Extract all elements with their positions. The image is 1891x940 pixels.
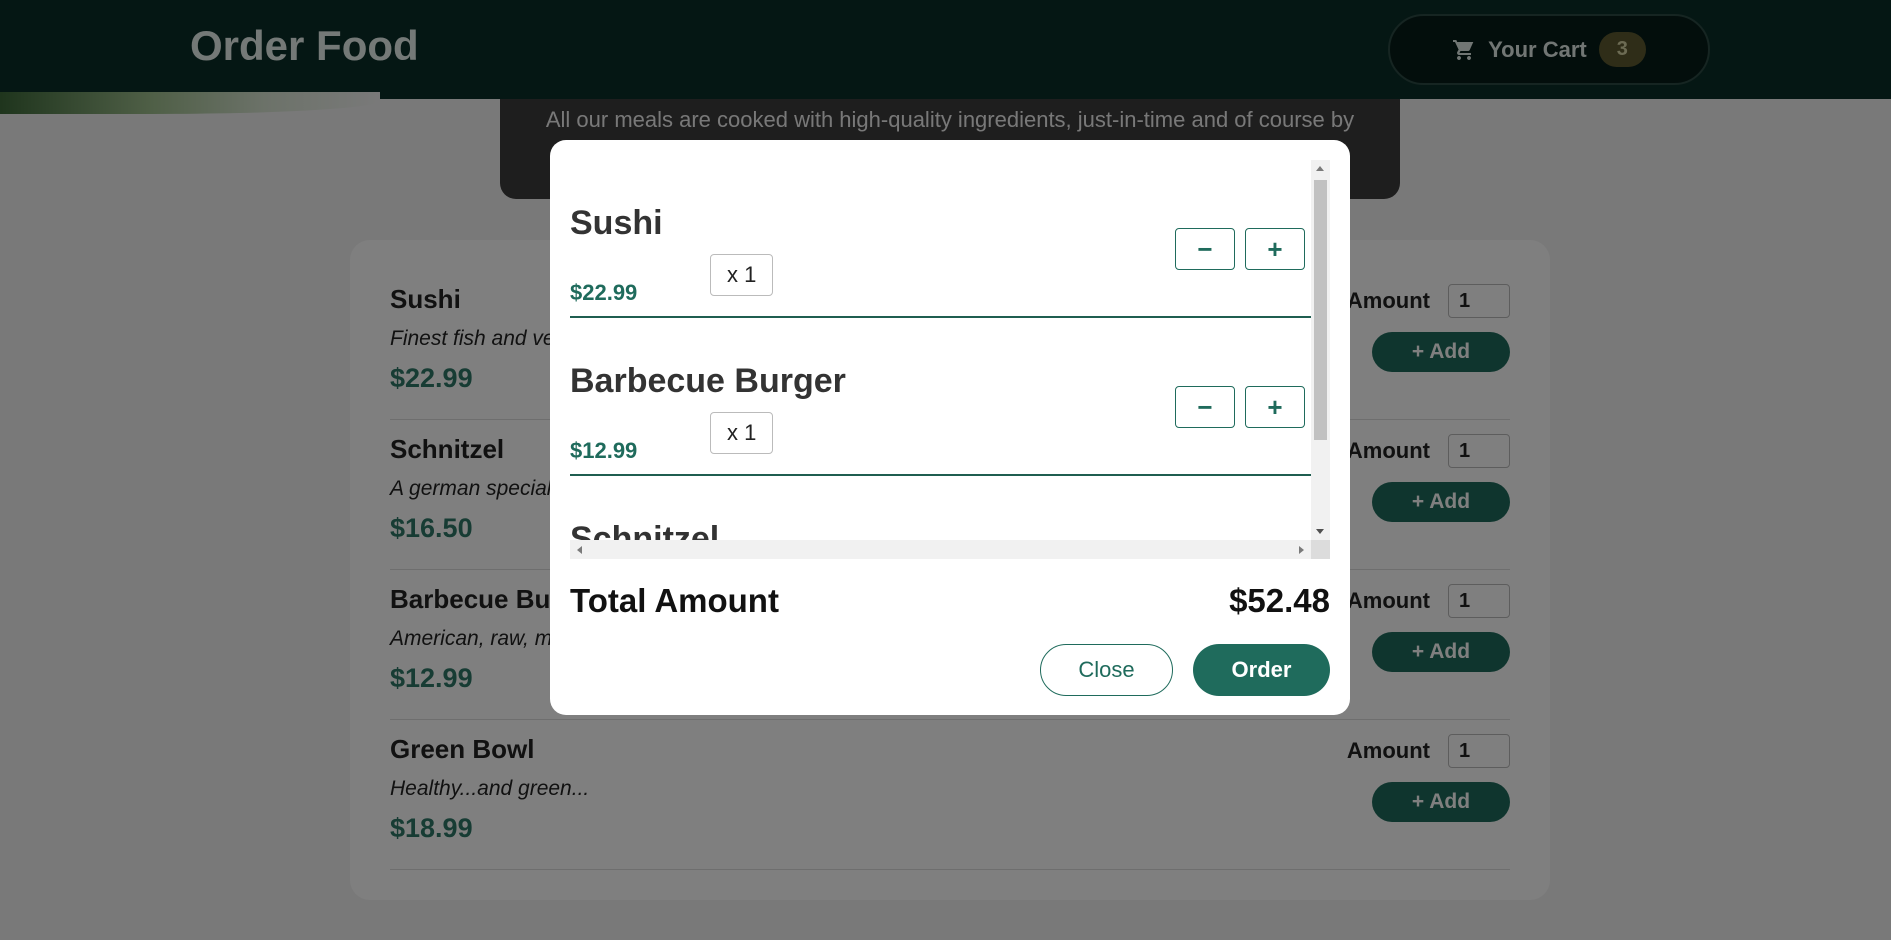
cart-item-name: Sushi — [570, 204, 663, 242]
scroll-up-icon[interactable] — [1316, 166, 1324, 171]
increment-button[interactable]: + — [1245, 228, 1305, 270]
cart-item-actions: − + — [1175, 228, 1305, 270]
total-amount-value: $52.48 — [1229, 582, 1330, 619]
cart-modal: Sushi $22.99 x 1 − + Barbecue Burger $12… — [550, 140, 1350, 715]
cart-item-quantity: x 1 — [710, 254, 774, 296]
scroll-down-icon[interactable] — [1316, 529, 1324, 534]
cart-item-price: $22.99 — [570, 280, 638, 305]
total-amount-label: Total Amount — [570, 582, 779, 619]
decrement-button[interactable]: − — [1175, 228, 1235, 270]
cart-item: Schnitzel − + — [570, 476, 1311, 540]
increment-button[interactable]: + — [1245, 386, 1305, 428]
horizontal-scrollbar[interactable] — [570, 540, 1311, 559]
cart-item-quantity: x 1 — [710, 412, 774, 454]
scrollbar-corner — [1311, 540, 1330, 559]
cart-items-scroll-area: Sushi $22.99 x 1 − + Barbecue Burger $12… — [570, 160, 1330, 560]
scrollbar-thumb[interactable] — [1314, 180, 1327, 440]
cart-item-actions: − + — [1175, 386, 1305, 428]
cart-item-price: $12.99 — [570, 438, 638, 463]
decrement-button[interactable]: − — [1175, 386, 1235, 428]
scroll-left-icon[interactable] — [577, 546, 582, 554]
cart-items: Sushi $22.99 x 1 − + Barbecue Burger $12… — [570, 160, 1311, 540]
cart-item: Sushi $22.99 x 1 − + — [570, 160, 1311, 318]
scroll-right-icon[interactable] — [1299, 546, 1304, 554]
cart-item: Barbecue Burger $12.99 x 1 − + — [570, 318, 1311, 476]
close-button[interactable]: Close — [1040, 644, 1173, 696]
vertical-scrollbar[interactable] — [1311, 160, 1330, 540]
order-button[interactable]: Order — [1193, 644, 1330, 696]
cart-item-name: Barbecue Burger — [570, 362, 846, 400]
cart-item-name: Schnitzel — [570, 520, 720, 540]
